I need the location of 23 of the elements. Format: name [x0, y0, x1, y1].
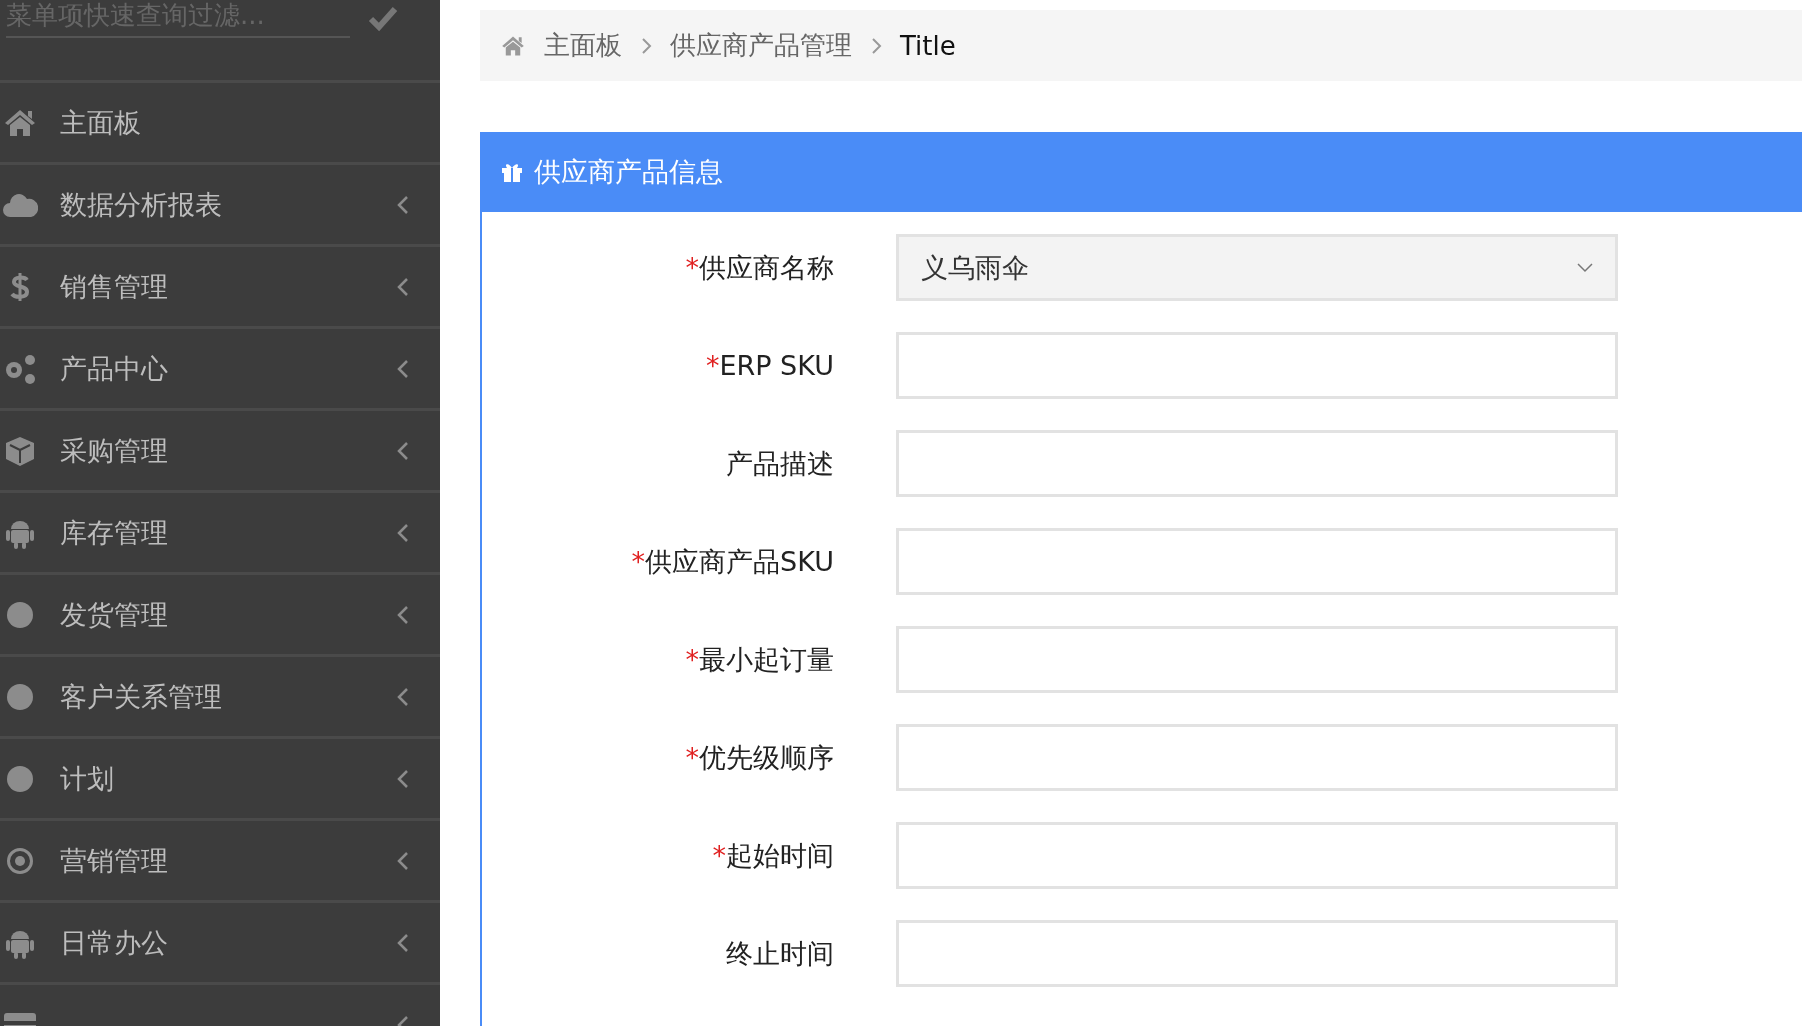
field-label: *最小起订量 [684, 642, 834, 677]
field-label: *起始时间 [711, 838, 834, 873]
field-label: 终止时间 [725, 936, 834, 971]
breadcrumb-link[interactable]: 供应商产品管理 [670, 28, 852, 63]
caret-icon [1577, 262, 1593, 273]
input-field[interactable] [896, 724, 1618, 791]
breadcrumb-link[interactable]: 主面板 [544, 28, 622, 63]
input-field[interactable] [896, 332, 1618, 399]
field-label: *优先级顺序 [684, 740, 834, 775]
input-field[interactable] [896, 528, 1618, 595]
input-field[interactable] [896, 920, 1618, 987]
field-label: 产品描述 [725, 446, 834, 481]
input-field[interactable] [896, 430, 1618, 497]
chevron-right-icon [870, 36, 882, 55]
field-label: *ERP SKU [704, 350, 834, 381]
panel-title: 供应商产品信息 [534, 155, 723, 189]
input-field[interactable] [896, 626, 1618, 693]
supplier-select[interactable]: 义乌雨伞 [896, 234, 1618, 301]
field-label: *供应商产品SKU [630, 544, 834, 579]
input-field[interactable] [896, 822, 1618, 889]
check-icon[interactable] [368, 4, 398, 32]
field-label: *供应商名称 [684, 250, 834, 285]
chevron-right-icon [640, 36, 652, 55]
